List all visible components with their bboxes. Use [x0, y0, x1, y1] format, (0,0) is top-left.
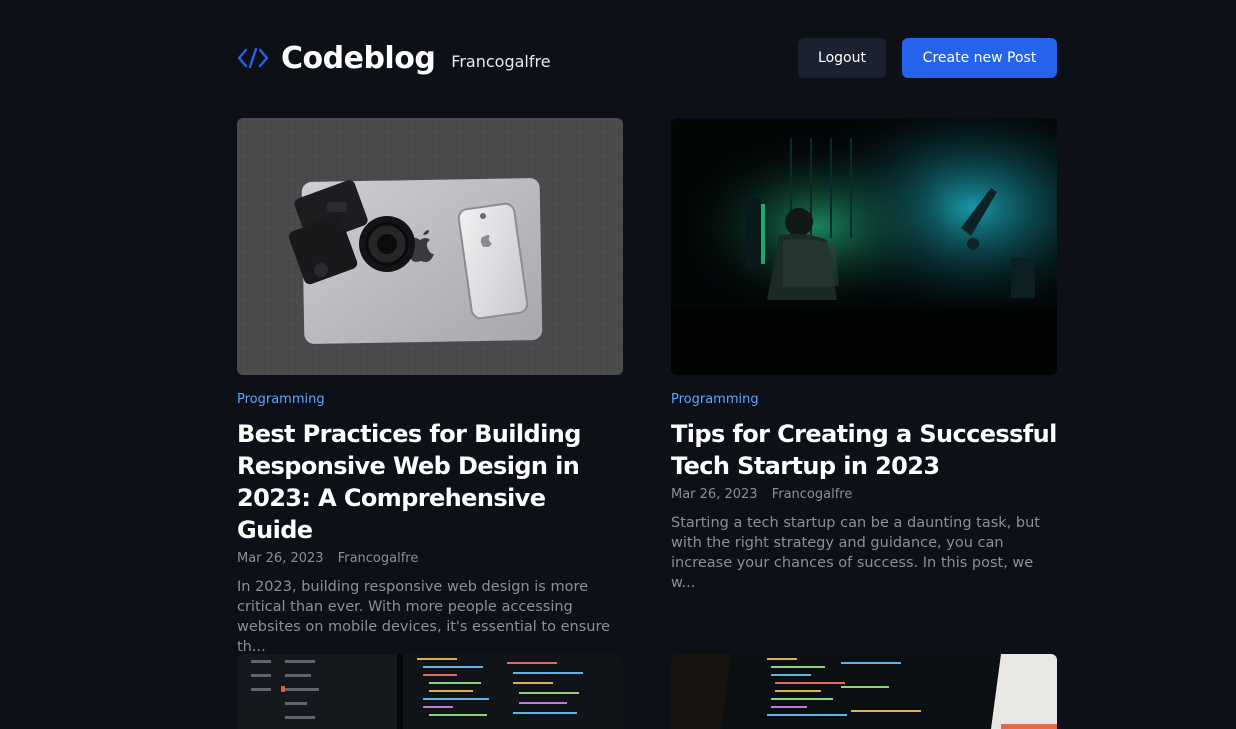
post-card-partial[interactable]	[237, 654, 623, 729]
post-excerpt: Starting a tech startup can be a dauntin…	[671, 515, 1040, 591]
post-date: Mar 26, 2023	[237, 551, 324, 566]
post-author: Francogalfre	[771, 487, 853, 502]
post-image-laptop[interactable]	[237, 118, 623, 375]
post-image-code-laptop[interactable]	[671, 654, 1057, 729]
create-post-button[interactable]: Create new Post	[902, 38, 1057, 78]
post-excerpt: In 2023, building responsive web design …	[237, 579, 611, 655]
post-category[interactable]: Programming	[237, 392, 623, 408]
post-card-partial[interactable]	[671, 654, 1057, 729]
username: Francogalfre	[451, 51, 551, 71]
post-title[interactable]: Tips for Creating a Successful Tech Star…	[671, 418, 1057, 482]
post-image-code-monitors[interactable]	[237, 654, 623, 729]
code-brackets-icon	[237, 47, 269, 69]
post-category[interactable]: Programming	[671, 392, 1057, 408]
post-title[interactable]: Best Practices for Building Responsive W…	[237, 418, 623, 546]
post-meta: Mar 26, 2023 Francogalfre	[237, 551, 623, 569]
post-image-developer[interactable]	[671, 118, 1057, 375]
post-card[interactable]: Programming Best Practices for Building …	[237, 118, 623, 657]
brand-name: Codeblog	[281, 40, 436, 76]
logout-button[interactable]: Logout	[798, 38, 886, 78]
site-header: Codeblog Francogalfre Logout Create new …	[237, 38, 1057, 78]
post-meta: Mar 26, 2023 Francogalfre	[671, 487, 1057, 505]
brand[interactable]: Codeblog Francogalfre	[237, 38, 551, 78]
post-date: Mar 26, 2023	[671, 487, 758, 502]
post-author: Francogalfre	[337, 551, 419, 566]
post-card[interactable]: Programming Tips for Creating a Successf…	[671, 118, 1057, 593]
